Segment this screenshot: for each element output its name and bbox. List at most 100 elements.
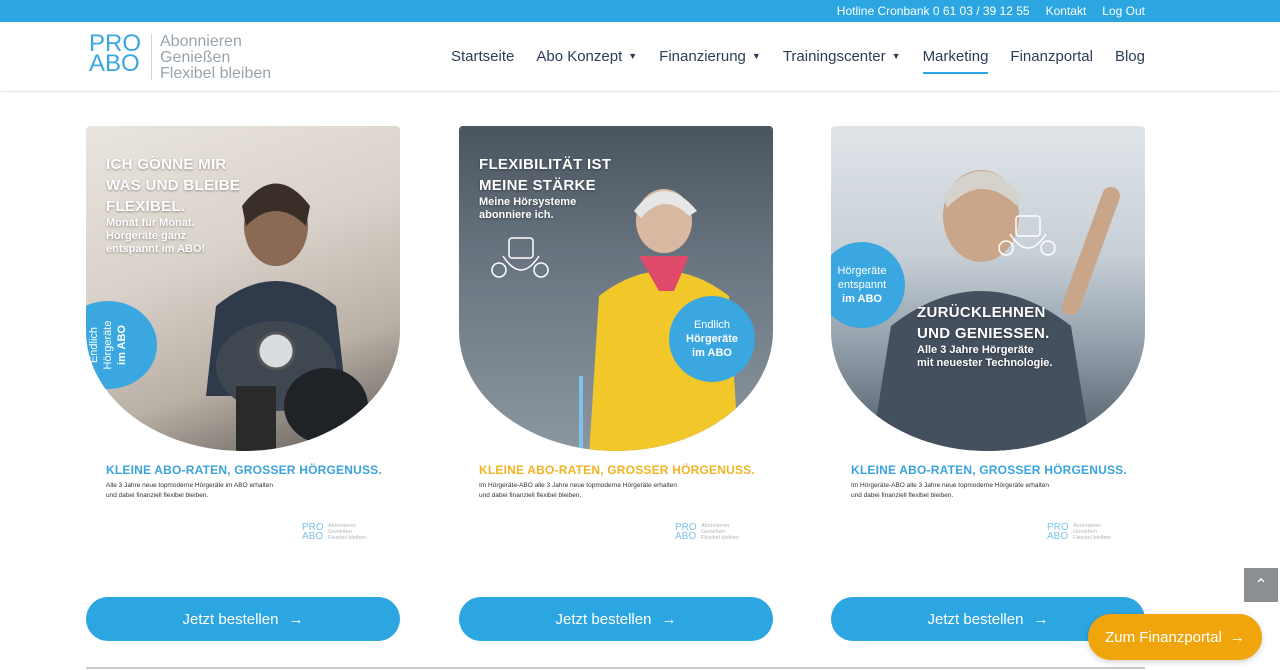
logout-link[interactable]: Log Out bbox=[1102, 4, 1145, 18]
card-body: KLEINE ABO-RATEN, GROSSER HÖRGENUSS. Im … bbox=[459, 451, 773, 572]
site-header: PRO ABO Abonnieren Genießen Flexibel ble… bbox=[0, 22, 1280, 92]
badge-line: im ABO bbox=[116, 325, 128, 365]
logo-tagline-line: Genießen bbox=[160, 49, 231, 66]
calendar-icon bbox=[491, 237, 549, 278]
badge-line: im ABO bbox=[842, 293, 882, 305]
badge-line: Endlich bbox=[88, 326, 100, 364]
nav-item-blog[interactable]: Blog bbox=[1115, 48, 1145, 65]
main-nav: Startseite Abo Konzept ▼ Finanzierung ▼ Tr… bbox=[451, 22, 1145, 90]
headline-line: MEINE STÄRKE bbox=[479, 177, 596, 194]
card-photo: Hörgeräte entspannt im ABO ZURÜCKLEHNEN … bbox=[831, 126, 1145, 451]
scroll-to-top-button[interactable]: ⌃ bbox=[1244, 568, 1278, 602]
section-divider bbox=[86, 667, 1145, 669]
badge-line: Hörgeräte bbox=[686, 333, 738, 345]
nav-item-finanzportal[interactable]: Finanzportal bbox=[1010, 48, 1093, 65]
order-button-label: Jetzt bestellen bbox=[182, 610, 279, 628]
nav-label: Startseite bbox=[450, 47, 515, 65]
order-button-2[interactable]: Jetzt bestellen → bbox=[459, 597, 773, 641]
card-badge: Endlich Hörgeräte im ABO bbox=[86, 301, 157, 389]
mini-logo-tagline: Flexibel bleiben bbox=[328, 535, 367, 541]
nav-label: Finanzierung bbox=[659, 47, 746, 65]
card-photo: ICH GÖNNE MIR WAS UND BLEIBE FLEXIBEL. M… bbox=[86, 126, 400, 451]
badge-line: Hörgeräte bbox=[102, 320, 114, 370]
marketing-card-3[interactable]: Hörgeräte entspannt im ABO ZURÜCKLEHNEN … bbox=[831, 126, 1145, 572]
subline-line: Meine Hörsysteme bbox=[479, 196, 577, 208]
card-badge: Endlich Hörgeräte im ABO bbox=[669, 296, 755, 382]
mini-logo-mark: ABO bbox=[1047, 531, 1069, 542]
logo-tagline-line: Abonnieren bbox=[160, 33, 242, 50]
top-bar-links: Hotline Cronbank 0 61 03 / 39 12 55 Kont… bbox=[837, 0, 1145, 22]
contact-link[interactable]: Kontakt bbox=[1046, 4, 1087, 18]
copy-line: und dabei finanziell flexibel bleiben. bbox=[479, 492, 582, 499]
headline-line: ICH GÖNNE MIR bbox=[106, 156, 227, 173]
nav-item-abo-konzept[interactable]: Abo Konzept ▼ bbox=[536, 48, 637, 65]
copy-line: und dabei finanziell flexibel bleiben. bbox=[851, 492, 954, 499]
card-photo: FLEXIBILITÄT IST MEINE STÄRKE Meine Hörs… bbox=[459, 126, 773, 451]
nav-item-finanzierung[interactable]: Finanzierung ▼ bbox=[659, 48, 761, 65]
copy-line: und dabei finanziell flexibel bleiben. bbox=[106, 492, 209, 499]
card-mini-logo: PRO ABO Abonnieren Genießen Flexibel bleibe… bbox=[675, 523, 740, 542]
logo-mark-line2: ABO bbox=[89, 50, 140, 77]
nav-item-trainingscenter[interactable]: Trainingscenter ▼ bbox=[783, 48, 901, 65]
nav-item-marketing[interactable]: Marketing bbox=[922, 48, 988, 74]
subline-line: Alle 3 Jahre Hörgeräte bbox=[917, 344, 1034, 356]
card-copy: Im Hörgeräte-ABO alle 3 Jahre neue topmo… bbox=[479, 481, 759, 501]
subline-line: Monat für Monat. bbox=[106, 217, 195, 229]
card-body: KLEINE ABO-RATEN, GROSSER HÖRGENUSS. Im … bbox=[831, 451, 1145, 572]
card-slogan: KLEINE ABO-RATEN, GROSSER HÖRGENUSS. bbox=[851, 463, 1127, 477]
subline-line: entspannt im ABO! bbox=[106, 243, 206, 255]
arrow-right-icon: → bbox=[661, 610, 677, 628]
headline-line: WAS UND BLEIBE bbox=[106, 177, 241, 194]
logo[interactable]: PRO ABO Abonnieren Genießen Flexibel ble… bbox=[89, 32, 271, 82]
order-button-1[interactable]: Jetzt bestellen → bbox=[86, 597, 400, 641]
headline-line: FLEXIBILITÄT IST bbox=[479, 156, 612, 173]
marketing-card-2[interactable]: FLEXIBILITÄT IST MEINE STÄRKE Meine Hörs… bbox=[459, 126, 773, 572]
arrow-right-icon: → bbox=[1033, 610, 1049, 628]
headline-line: ZURÜCKLEHNEN bbox=[917, 304, 1046, 321]
copy-line: Im Hörgeräte-ABO alle 3 Jahre neue topmo… bbox=[479, 482, 677, 489]
mini-logo-tagline: Flexibel bleiben bbox=[701, 535, 740, 541]
subline-line: Hörgeräte ganz bbox=[106, 230, 187, 242]
card-copy: Alle 3 Jahre neue topmoderne Hörgeräte i… bbox=[106, 481, 386, 501]
headline-line: UND GENIESSEN. bbox=[917, 325, 1050, 342]
man-relaxing-illustration bbox=[871, 170, 1120, 451]
card-body: KLEINE ABO-RATEN, GROSSER HÖRGENUSS. All… bbox=[86, 451, 400, 572]
arrow-right-icon: → bbox=[288, 610, 304, 628]
nav-label: Finanzportal bbox=[1010, 47, 1093, 65]
chevron-up-icon: ⌃ bbox=[1254, 577, 1268, 594]
card-copy: Im Hörgeräte-ABO alle 3 Jahre neue topmo… bbox=[851, 481, 1131, 501]
nav-label: Abo Konzept bbox=[536, 47, 623, 65]
card-headline: ZURÜCKLEHNEN UND GENIESSEN. Alle 3 Jahre… bbox=[917, 302, 1053, 370]
card-slogan: KLEINE ABO-RATEN, GROSSER HÖRGENUSS. bbox=[106, 463, 382, 477]
chevron-down-icon: ▼ bbox=[891, 51, 901, 61]
nav-label: Blog bbox=[1114, 47, 1145, 65]
finanzportal-button[interactable]: Zum Finanzportal → bbox=[1088, 614, 1262, 660]
nav-item-startseite[interactable]: Startseite bbox=[451, 48, 514, 65]
chevron-down-icon: ▼ bbox=[751, 51, 761, 61]
card-headline: ICH GÖNNE MIR WAS UND BLEIBE FLEXIBEL. M… bbox=[106, 154, 240, 256]
nav-label: Trainingscenter bbox=[782, 47, 886, 65]
marketing-card-1[interactable]: ICH GÖNNE MIR WAS UND BLEIBE FLEXIBEL. M… bbox=[86, 126, 400, 572]
copy-line: Im Hörgeräte-ABO alle 3 Jahre neue topmo… bbox=[851, 482, 1049, 489]
logo-tagline-line: Flexibel bleiben bbox=[160, 65, 272, 82]
arrow-right-icon: → bbox=[1229, 628, 1245, 646]
logo-divider bbox=[151, 34, 152, 80]
badge-line: Endlich bbox=[693, 319, 731, 331]
logo-mark: PRO ABO bbox=[89, 32, 145, 77]
card-mini-logo: PRO ABO Abonnieren Genießen Flexibel bleibe… bbox=[1047, 523, 1112, 542]
mini-logo-tagline: Flexibel bleiben bbox=[1073, 535, 1112, 541]
headline-line: FLEXIBEL. bbox=[106, 198, 186, 215]
chevron-down-icon: ▼ bbox=[628, 51, 638, 61]
badge-line: im ABO bbox=[692, 347, 732, 359]
badge-line: Hörgeräte bbox=[837, 265, 887, 277]
card-mini-logo: PRO ABO Abonnieren Genießen Flexibel bleibe… bbox=[302, 523, 367, 542]
calendar-icon bbox=[998, 215, 1056, 256]
copy-line: Alle 3 Jahre neue topmoderne Hörgeräte i… bbox=[106, 482, 273, 489]
mini-logo-mark: ABO bbox=[675, 531, 697, 542]
logo-tagline: Abonnieren Genießen Flexibel bleiben bbox=[160, 34, 271, 82]
order-button-label: Jetzt bestellen bbox=[927, 610, 1024, 628]
subline-line: abonniere ich. bbox=[479, 209, 554, 221]
finanzportal-button-label: Zum Finanzportal bbox=[1105, 628, 1222, 646]
hotline-link[interactable]: Hotline Cronbank 0 61 03 / 39 12 55 bbox=[837, 4, 1030, 18]
mini-logo-mark: ABO bbox=[302, 531, 324, 542]
